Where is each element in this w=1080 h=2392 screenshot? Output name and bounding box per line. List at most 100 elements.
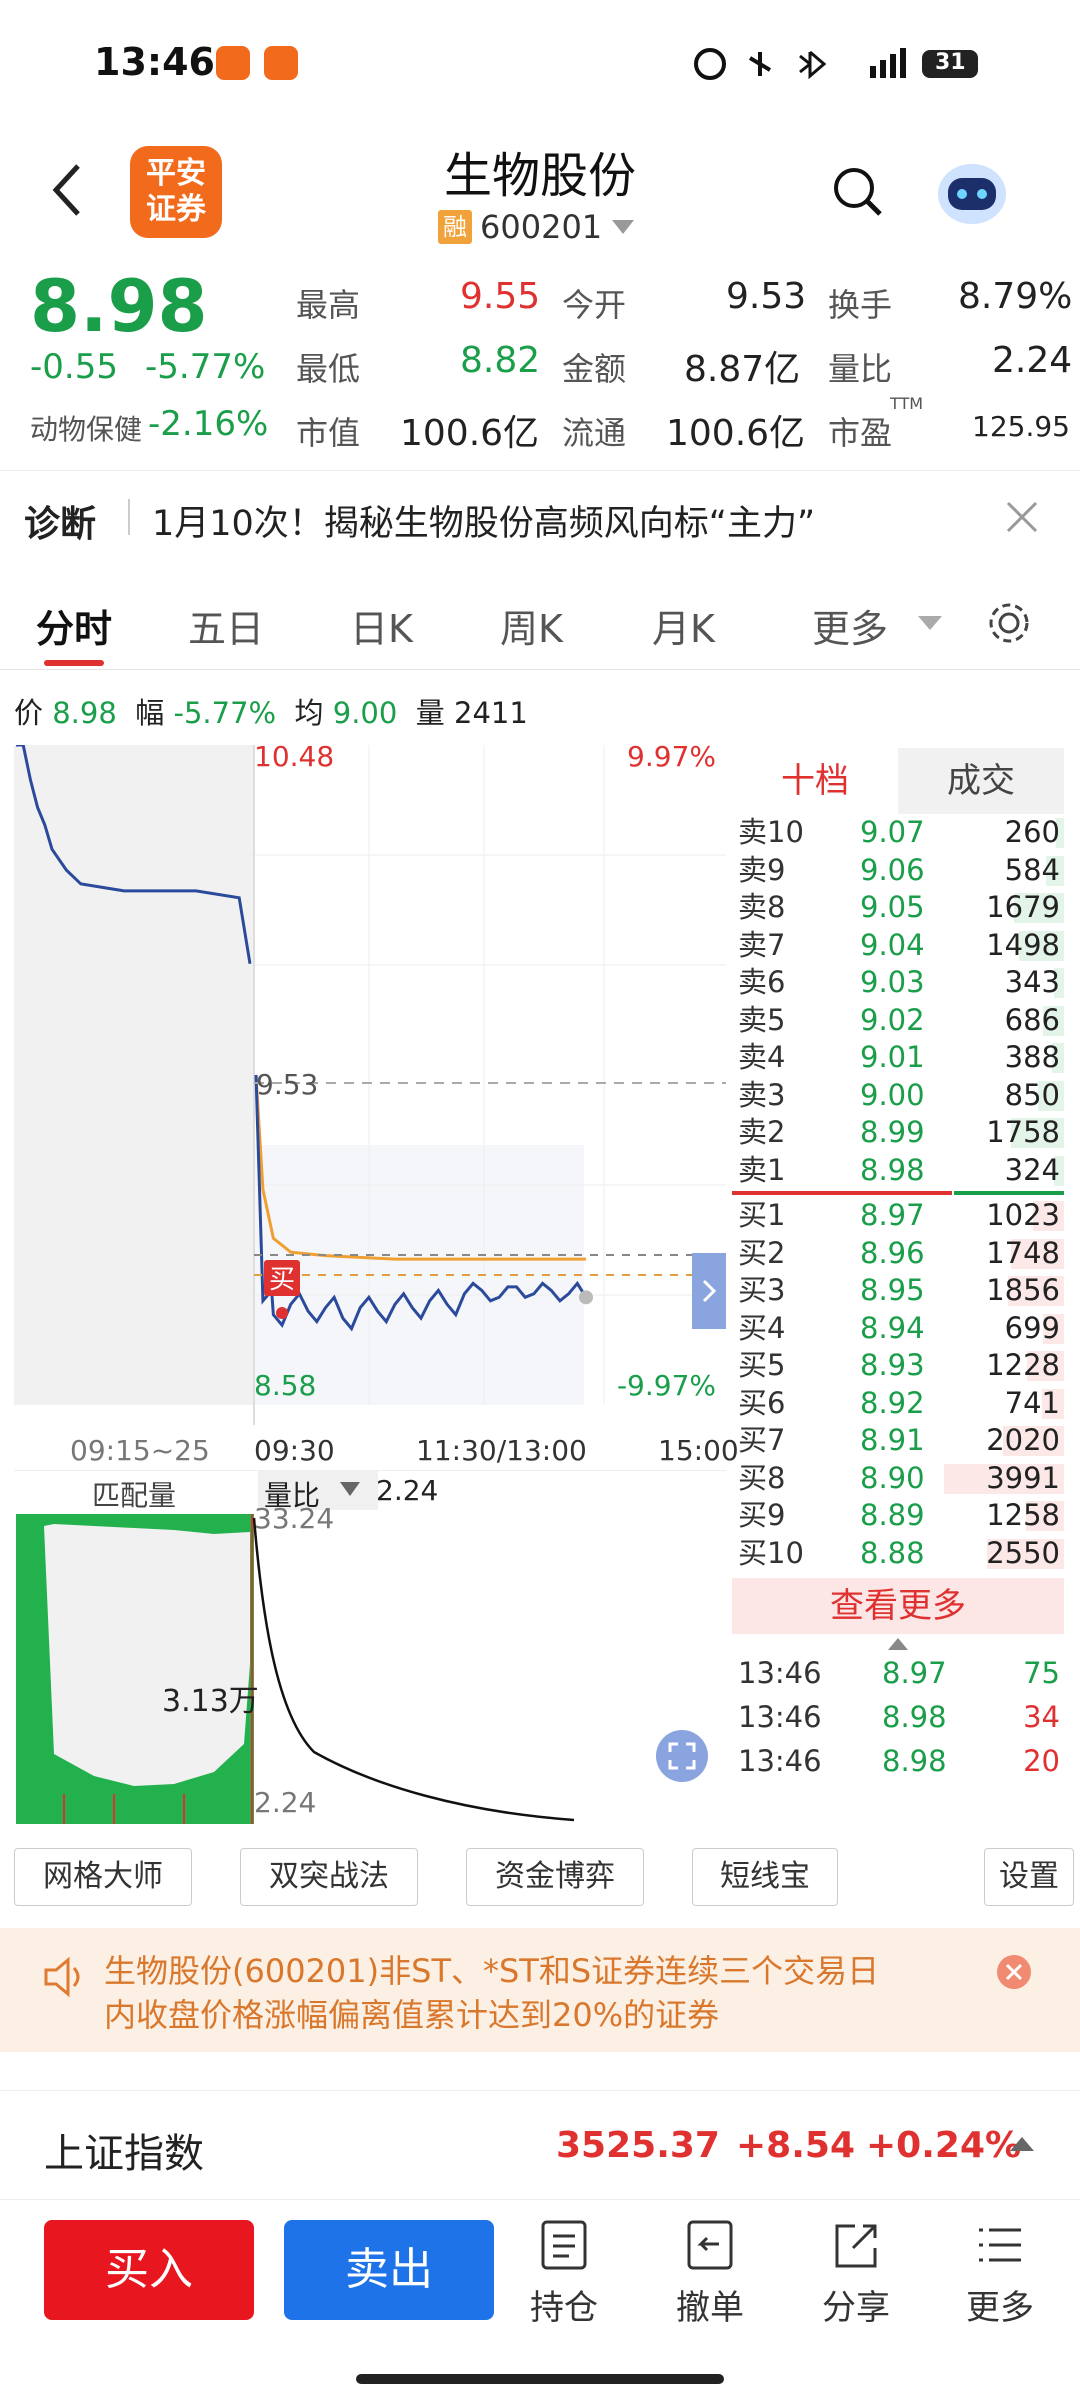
match-volume-label: 匹配量 [92,1479,177,1512]
x-label-auction: 09:15~25 [70,1434,210,1467]
bid-row[interactable]: 买6 8.92 741 [732,1385,1064,1423]
chevron-up-icon [1010,2137,1034,2151]
robot-assistant-icon[interactable] [934,156,1010,226]
chevron-down-icon [340,1482,360,1496]
level-volume: 1679 [986,890,1060,924]
bid-row[interactable]: 买3 8.95 1856 [732,1272,1064,1310]
share-button[interactable]: 分享 [796,2220,916,2329]
stock-code-selector[interactable]: 融 600201 [438,208,636,246]
tab-more[interactable]: 更多 [812,598,888,653]
cancel-order-label: 撤单 [676,2288,744,2328]
trade-price: 8.97 [882,1656,947,1690]
trade-price: 8.98 [882,1700,947,1734]
bluetooth-icon [799,50,827,80]
intraday-chart-svg: 10.48 9.53 8.58 9.97% -9.97% 买 [14,740,728,1795]
level-volume: 1498 [986,927,1060,962]
app-notification-icon [216,46,250,80]
bid-row[interactable]: 买8 8.90 3991 [732,1460,1064,1498]
search-icon[interactable] [830,164,886,220]
bid-row[interactable]: 买7 8.91 2020 [732,1422,1064,1460]
trade-time: 13:46 [738,1700,822,1734]
sell-button[interactable]: 卖出 [284,2220,494,2320]
tab-intraday[interactable]: 分时 [36,598,112,653]
risk-notice[interactable]: 生物股份(600201)非ST、*ST和S证券连续三个交易日 内收盘价格涨幅偏离… [0,1928,1080,2052]
tool-double-breakout[interactable]: 双突战法 [240,1848,418,1906]
tab-weekly-k[interactable]: 周K [500,598,563,653]
avg-value: 9.00 [332,696,398,730]
price-label: 价 [14,696,44,730]
level-volume: 343 [1004,965,1060,999]
level-label: 买1 [738,1198,786,1232]
level-price: 8.97 [860,1198,925,1232]
tab-ten-levels[interactable]: 十档 [732,748,898,814]
share-icon [835,2224,877,2268]
bid-row[interactable]: 买2 8.96 1748 [732,1235,1064,1273]
float-value: 100.6亿 [666,413,806,454]
level-price: 8.93 [860,1348,925,1382]
ask-row[interactable]: 卖6 9.03 343 [732,964,1064,1002]
level-price: 8.98 [860,1152,925,1187]
more-button[interactable]: 更多 [940,2220,1060,2329]
ask-row[interactable]: 卖9 9.06 584 [732,852,1064,890]
tool-short-line[interactable]: 短线宝 [692,1848,838,1906]
ask-row[interactable]: 卖3 9.00 850 [732,1077,1064,1115]
buy-button[interactable]: 买入 [44,2220,254,2320]
level-volume: 1258 [986,1498,1060,1532]
bid-row[interactable]: 买4 8.94 699 [732,1310,1064,1348]
level-volume: 1228 [986,1348,1060,1382]
range-value: -5.77% [173,696,277,730]
level-volume: 1748 [986,1235,1060,1270]
amount-value: 8.87亿 [684,349,801,390]
level-label: 买3 [738,1273,786,1307]
expand-handle[interactable] [692,1253,728,1329]
tab-monthly-k[interactable]: 月K [652,598,715,653]
tab-daily-k[interactable]: 日K [350,598,413,653]
holdings-button[interactable]: 持仓 [504,2220,624,2329]
ask-row[interactable]: 卖10 9.07 260 [732,814,1064,852]
level-label: 买10 [738,1535,804,1570]
cancel-order-button[interactable]: 撤单 [650,2220,770,2329]
scroll-up-icon[interactable] [732,1634,1064,1654]
x-label-midday: 11:30/13:00 [416,1434,587,1467]
close-icon[interactable] [996,1954,1032,1990]
diagnosis-text: 1月10次！揭秘生物股份高频风向标“主力” [152,504,816,544]
ask-row[interactable]: 卖1 8.98 324 [732,1152,1064,1190]
settings-icon[interactable] [986,600,1032,646]
stock-name: 生物股份 [443,148,636,204]
fullscreen-icon[interactable] [654,1728,710,1784]
ask-row[interactable]: 卖5 9.02 686 [732,1002,1064,1040]
vol-ratio-value: 2.24 [376,1474,439,1507]
ask-row[interactable]: 卖4 9.01 388 [732,1039,1064,1077]
bid-row[interactable]: 买5 8.93 1228 [732,1347,1064,1385]
level-price: 9.02 [860,1002,925,1037]
sector-name[interactable]: 动物保健 [30,408,142,448]
bid-row[interactable]: 买9 8.89 1258 [732,1497,1064,1535]
bid-row[interactable]: 买1 8.97 1023 [732,1197,1064,1235]
diagnosis-banner[interactable]: 诊断 1月10次！揭秘生物股份高频风向标“主力” [0,470,1080,570]
bid-row[interactable]: 买10 8.88 2550 [732,1535,1064,1573]
header: 平安 证券 生物股份 融 600201 [0,130,1080,260]
close-icon[interactable] [1004,499,1040,535]
tab-trades[interactable]: 成交 [898,748,1064,814]
more-label: 更多 [966,2288,1034,2328]
index-ticker[interactable]: 上证指数 3525.37 +8.54 +0.24% [0,2090,1080,2200]
volume-ratio-chart[interactable]: 匹配量 量比 2.24 33.24 2.24 3.13万 [14,1470,726,1830]
match-volume-gap [44,1524,250,1786]
intraday-chart[interactable]: 10.48 9.53 8.58 9.97% -9.97% 买 [14,740,728,1795]
tab-five-day[interactable]: 五日 [188,598,264,653]
ask-row[interactable]: 卖2 8.99 1758 [732,1114,1064,1152]
bottom-bar: 买入 卖出 持仓 撤单 分享 更多 [0,2210,1080,2392]
stock-code: 600201 [480,208,603,246]
level-label: 卖7 [738,927,786,962]
ask-row[interactable]: 卖8 9.05 1679 [732,889,1064,927]
tool-capital-game[interactable]: 资金博弈 [466,1848,644,1906]
view-more-button[interactable]: 查看更多 [732,1578,1064,1634]
tool-settings[interactable]: 设置 [984,1848,1074,1906]
tool-grid-master[interactable]: 网格大师 [14,1848,192,1906]
mktcap-label: 市值 [296,414,361,452]
level-price: 8.88 [860,1535,925,1570]
ask-row[interactable]: 卖7 9.04 1498 [732,927,1064,965]
vol-ratio-label: 量比 [828,350,893,388]
sector-pct: -2.16% [148,404,269,444]
level-volume: 2550 [986,1535,1060,1570]
